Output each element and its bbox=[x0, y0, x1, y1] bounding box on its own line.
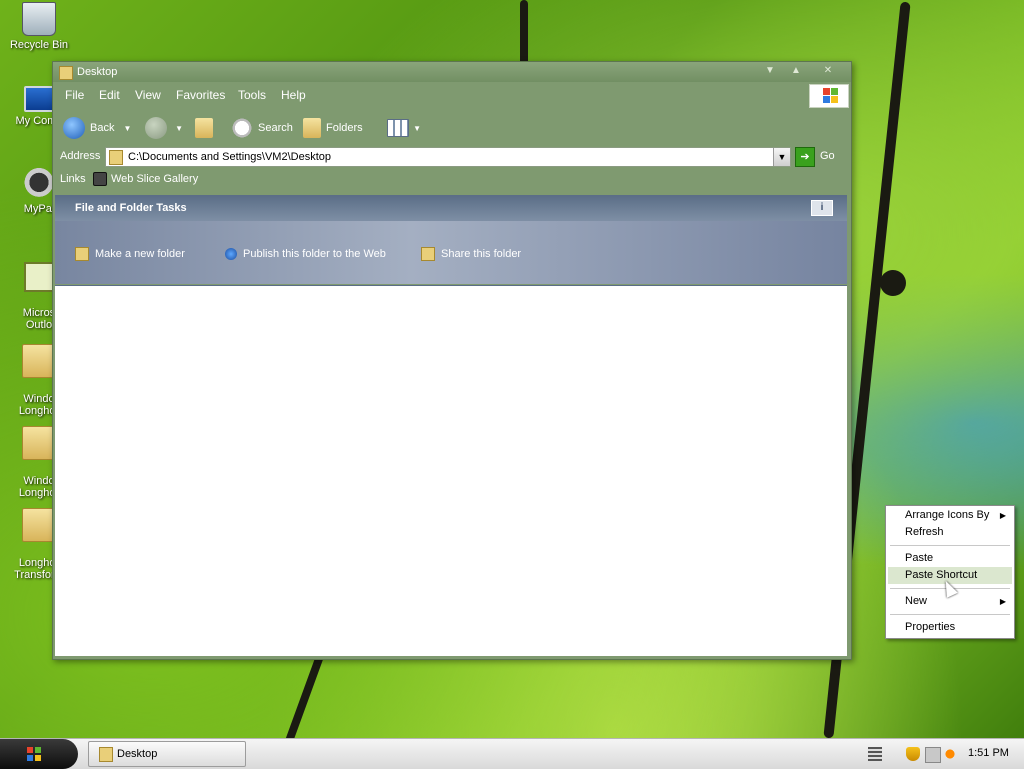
task-label: Make a new folder bbox=[95, 248, 185, 260]
context-item-refresh[interactable]: Refresh bbox=[888, 524, 1012, 541]
close-button[interactable]: ✕ bbox=[819, 65, 837, 77]
up-folder-icon bbox=[195, 118, 213, 139]
forward-arrow-icon bbox=[145, 117, 167, 140]
context-item-label: Paste bbox=[905, 552, 934, 564]
security-shield-icon[interactable] bbox=[906, 747, 920, 761]
windows-logo-icon bbox=[27, 747, 41, 761]
start-button[interactable] bbox=[0, 739, 78, 769]
address-bar: Address C:\Documents and Settings\VM2\De… bbox=[53, 144, 851, 168]
back-label: Back bbox=[90, 122, 115, 134]
taskbar-button-desktop[interactable]: Desktop bbox=[88, 741, 246, 767]
context-menu: Arrange Icons By ▶ Refresh Paste Paste S… bbox=[885, 505, 1015, 639]
info-icon[interactable]: i bbox=[811, 200, 833, 216]
context-item-arrange-icons-by[interactable]: Arrange Icons By ▶ bbox=[888, 507, 1012, 524]
wallpaper-branch bbox=[520, 0, 528, 70]
toolbar: Back ▼ ▼ Search Folders ▼ bbox=[53, 106, 851, 144]
folder-icon bbox=[99, 747, 113, 762]
network-icon[interactable] bbox=[925, 747, 941, 763]
windows-logo-icon bbox=[809, 84, 849, 108]
explorer-window: Desktop ▼ ▲ ✕ File Edit View Favorites T… bbox=[52, 61, 852, 660]
outlook-icon bbox=[24, 262, 54, 292]
chevron-down-icon[interactable]: ▼ bbox=[124, 124, 132, 133]
task-label: Share this folder bbox=[441, 248, 522, 260]
context-item-properties[interactable]: Properties bbox=[888, 619, 1012, 636]
file-folder-tasks-panel: Make a new folder Publish this folder to… bbox=[55, 221, 847, 284]
folder-icon bbox=[22, 508, 56, 542]
menu-favorites[interactable]: Favorites bbox=[176, 88, 225, 102]
globe-icon bbox=[225, 248, 237, 261]
menu-tools[interactable]: Tools bbox=[238, 88, 266, 102]
views-icon bbox=[387, 119, 409, 138]
submenu-arrow-icon: ▶ bbox=[999, 511, 1006, 520]
menu-view[interactable]: View bbox=[135, 88, 161, 102]
back-arrow-icon bbox=[63, 117, 85, 140]
search-label: Search bbox=[258, 122, 293, 134]
desktop-icon-label: Recycle Bin bbox=[9, 39, 69, 51]
menu-bar: File Edit View Favorites Tools Help bbox=[53, 82, 851, 108]
recycle-bin-icon bbox=[22, 2, 56, 36]
mypal-icon bbox=[23, 168, 55, 200]
folder-icon bbox=[22, 426, 56, 460]
desktop-icon-recycle-bin[interactable]: Recycle Bin bbox=[4, 2, 74, 51]
task-make-new-folder[interactable]: Make a new folder bbox=[75, 247, 185, 262]
minimize-button[interactable]: ▼ bbox=[761, 65, 779, 77]
folder-content-area[interactable] bbox=[55, 285, 847, 656]
search-icon bbox=[231, 117, 253, 140]
wallpaper-berry bbox=[880, 270, 906, 296]
share-folder-icon bbox=[421, 247, 435, 262]
task-label: Publish this folder to the Web bbox=[243, 248, 386, 260]
chevron-down-icon: ▼ bbox=[413, 124, 421, 133]
menu-file[interactable]: File bbox=[65, 88, 84, 102]
task-publish-folder[interactable]: Publish this folder to the Web bbox=[225, 247, 386, 261]
menu-separator bbox=[890, 545, 1010, 546]
links-bar: Links Web Slice Gallery bbox=[53, 168, 851, 190]
context-item-label: Arrange Icons By bbox=[905, 509, 990, 521]
folders-button[interactable]: Folders bbox=[303, 117, 363, 139]
clock[interactable]: 1:51 PM bbox=[968, 747, 1009, 759]
context-item-paste[interactable]: Paste bbox=[888, 550, 1012, 567]
address-dropdown-button[interactable]: ▼ bbox=[773, 148, 790, 166]
folders-icon bbox=[303, 118, 321, 139]
folder-icon bbox=[59, 66, 73, 80]
taskbar-button-label: Desktop bbox=[117, 748, 158, 760]
menu-help[interactable]: Help bbox=[281, 88, 306, 102]
folder-icon bbox=[109, 150, 123, 165]
title-bar[interactable]: Desktop ▼ ▲ ✕ bbox=[53, 62, 851, 82]
window-title: Desktop bbox=[77, 66, 118, 78]
search-tray-icon[interactable] bbox=[943, 747, 957, 761]
address-label: Address bbox=[60, 150, 101, 162]
up-folder-button[interactable] bbox=[195, 117, 218, 139]
context-item-label: Paste Shortcut bbox=[905, 569, 978, 581]
my-computer-icon bbox=[24, 86, 54, 112]
folders-label: Folders bbox=[326, 122, 363, 134]
menu-edit[interactable]: Edit bbox=[99, 88, 120, 102]
forward-button[interactable]: ▼ bbox=[145, 117, 183, 140]
maximize-button[interactable]: ▲ bbox=[787, 65, 805, 77]
context-item-label: New bbox=[905, 595, 928, 607]
new-folder-icon bbox=[75, 247, 89, 262]
address-input[interactable]: C:\Documents and Settings\VM2\Desktop ▼ bbox=[105, 147, 791, 167]
task-share-folder[interactable]: Share this folder bbox=[421, 247, 522, 262]
search-button[interactable]: Search bbox=[231, 117, 293, 140]
context-item-label: Properties bbox=[905, 621, 956, 633]
back-button[interactable]: Back ▼ bbox=[63, 117, 132, 140]
go-button[interactable]: Go bbox=[820, 150, 835, 162]
web-slice-icon bbox=[93, 172, 107, 186]
keyboard-icon[interactable] bbox=[868, 747, 882, 761]
submenu-arrow-icon: ▶ bbox=[999, 597, 1006, 606]
folder-icon bbox=[22, 344, 56, 378]
wallpaper-branch bbox=[283, 651, 325, 749]
link-web-slice-gallery[interactable]: Web Slice Gallery bbox=[111, 173, 198, 185]
views-button[interactable]: ▼ bbox=[387, 117, 421, 139]
go-arrow-icon[interactable]: ➔ bbox=[795, 147, 815, 167]
chevron-down-icon[interactable]: ▼ bbox=[175, 124, 183, 133]
address-value: C:\Documents and Settings\VM2\Desktop bbox=[128, 151, 331, 163]
context-item-label: Refresh bbox=[905, 526, 944, 538]
file-folder-tasks-header[interactable]: File and Folder Tasks i bbox=[55, 195, 847, 221]
menu-separator bbox=[890, 614, 1010, 615]
links-label: Links bbox=[60, 173, 86, 185]
taskbar: Desktop 1:51 PM bbox=[0, 738, 1024, 769]
tasks-title: File and Folder Tasks bbox=[75, 202, 187, 214]
